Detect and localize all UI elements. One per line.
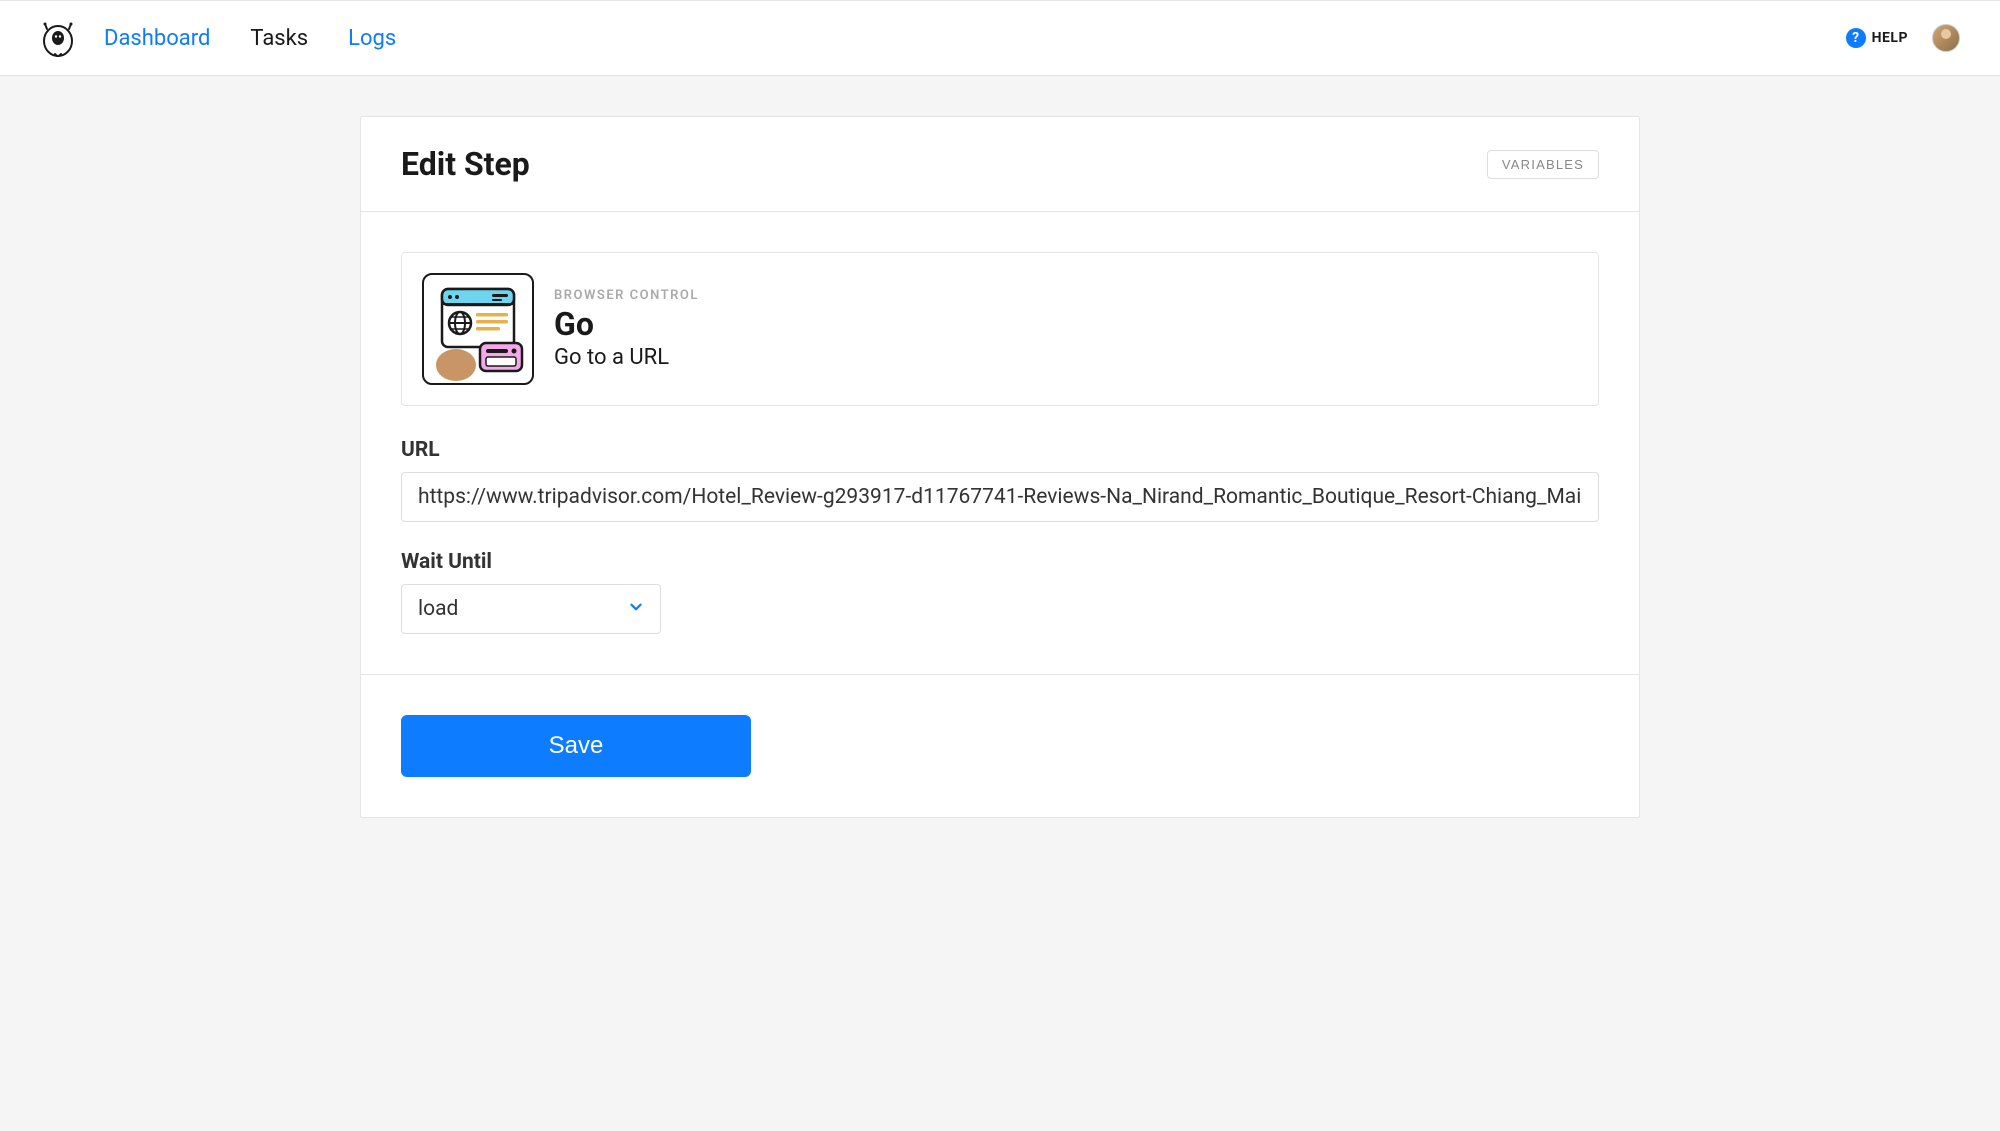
step-icon-go [422, 273, 534, 385]
page-title: Edit Step [401, 145, 530, 183]
step-description: Go to a URL [554, 345, 699, 370]
wait-until-select-wrap: load [401, 584, 661, 634]
edit-step-card: Edit Step VARIABLES [360, 116, 1640, 818]
step-info: BROWSER CONTROL Go Go to a URL [554, 288, 699, 370]
card-footer: Save [361, 674, 1639, 817]
topbar-left: Dashboard Tasks Logs [40, 20, 396, 56]
variables-button[interactable]: VARIABLES [1487, 150, 1599, 179]
url-label: URL [401, 438, 1599, 462]
nav-logs[interactable]: Logs [348, 26, 396, 51]
wait-until-select[interactable]: load [401, 584, 661, 634]
help-icon: ? [1846, 28, 1866, 48]
nav-tasks[interactable]: Tasks [250, 26, 308, 51]
nav-dashboard[interactable]: Dashboard [104, 26, 210, 51]
step-name: Go [554, 305, 699, 343]
topbar: Dashboard Tasks Logs ? HELP [0, 0, 2000, 76]
card-header: Edit Step VARIABLES [361, 117, 1639, 212]
wait-until-label: Wait Until [401, 550, 1599, 574]
nav-links: Dashboard Tasks Logs [104, 26, 396, 51]
step-category: BROWSER CONTROL [554, 288, 699, 303]
step-summary: BROWSER CONTROL Go Go to a URL [401, 252, 1599, 406]
topbar-right: ? HELP [1846, 24, 1960, 52]
app-logo[interactable] [40, 20, 76, 56]
field-url: URL [401, 438, 1599, 522]
card-body: BROWSER CONTROL Go Go to a URL URL Wait … [361, 212, 1639, 674]
url-input[interactable] [401, 472, 1599, 522]
field-wait-until: Wait Until load [401, 550, 1599, 634]
main-content: Edit Step VARIABLES [0, 76, 2000, 858]
help-label: HELP [1872, 30, 1908, 46]
help-link[interactable]: ? HELP [1846, 28, 1908, 48]
save-button[interactable]: Save [401, 715, 751, 777]
avatar[interactable] [1932, 24, 1960, 52]
